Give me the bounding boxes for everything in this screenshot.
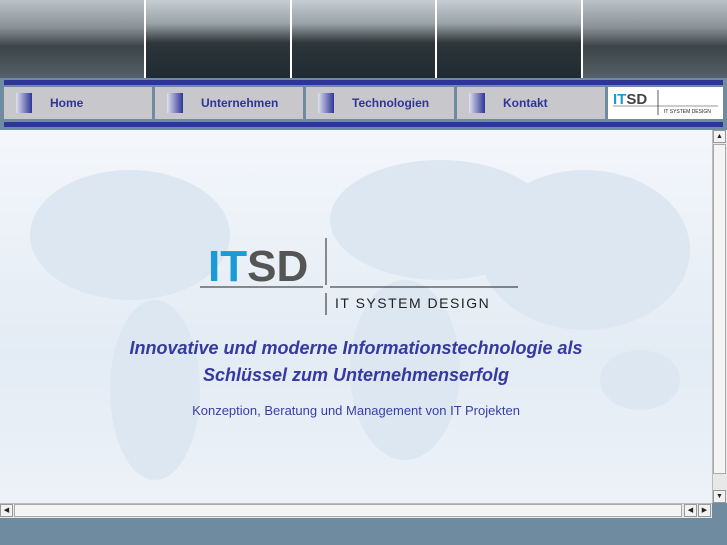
nav-bullet-icon bbox=[167, 93, 183, 113]
photo-panel bbox=[437, 0, 582, 78]
nav-home[interactable]: Home bbox=[4, 87, 152, 119]
divider-line bbox=[4, 80, 723, 85]
subtitle: Konzeption, Beratung und Management von … bbox=[192, 403, 520, 418]
content-frame: ITSD IT SYSTEM DESIGN Innovative und mod… bbox=[0, 130, 712, 503]
divider-line bbox=[4, 122, 723, 127]
scroll-left-icon[interactable]: ◀ bbox=[0, 504, 13, 517]
nav-label: Kontakt bbox=[503, 96, 548, 110]
nav-label: Home bbox=[50, 96, 84, 110]
scroll-right-icon[interactable]: ▶ bbox=[698, 504, 711, 517]
nav-unternehmen[interactable]: Unternehmen bbox=[155, 87, 303, 119]
scroll-down-icon[interactable]: ▼ bbox=[713, 490, 726, 503]
small-logo[interactable]: ITSD IT SYSTEM DESIGN bbox=[608, 87, 723, 119]
horizontal-scrollbar[interactable]: ◀ ◀ ▶ bbox=[0, 503, 712, 518]
main-nav: Home Unternehmen Technologien Kontakt IT… bbox=[4, 87, 723, 119]
svg-text:IT SYSTEM DESIGN: IT SYSTEM DESIGN bbox=[664, 109, 711, 115]
scroll-thumb[interactable] bbox=[713, 144, 726, 474]
page-footer-band bbox=[0, 518, 727, 545]
nav-bullet-icon bbox=[318, 93, 334, 113]
nav-bullet-icon bbox=[469, 93, 485, 113]
nav-kontakt[interactable]: Kontakt bbox=[457, 87, 605, 119]
scroll-left-icon[interactable]: ◀ bbox=[684, 504, 697, 517]
scroll-up-icon[interactable]: ▲ bbox=[713, 130, 726, 143]
itsd-logo: ITSD IT SYSTEM DESIGN bbox=[198, 235, 520, 315]
photo-panel bbox=[291, 0, 436, 78]
svg-text:ITSD: ITSD bbox=[208, 242, 308, 291]
nav-technologien[interactable]: Technologien bbox=[306, 87, 454, 119]
vertical-scrollbar[interactable]: ▲ ▼ bbox=[712, 130, 727, 503]
svg-text:ITSD: ITSD bbox=[613, 91, 647, 108]
scroll-thumb[interactable] bbox=[14, 504, 682, 517]
photo-panel bbox=[145, 0, 290, 78]
slogan-heading: Innovative und moderne Informationstechn… bbox=[129, 338, 583, 385]
photo-panel bbox=[0, 0, 144, 78]
nav-label: Technologien bbox=[352, 96, 430, 110]
nav-bullet-icon bbox=[16, 93, 32, 113]
header-photo-banner bbox=[0, 0, 727, 78]
photo-panel bbox=[583, 0, 727, 78]
nav-label: Unternehmen bbox=[201, 96, 279, 110]
logo-tagline: IT SYSTEM DESIGN bbox=[335, 295, 491, 311]
